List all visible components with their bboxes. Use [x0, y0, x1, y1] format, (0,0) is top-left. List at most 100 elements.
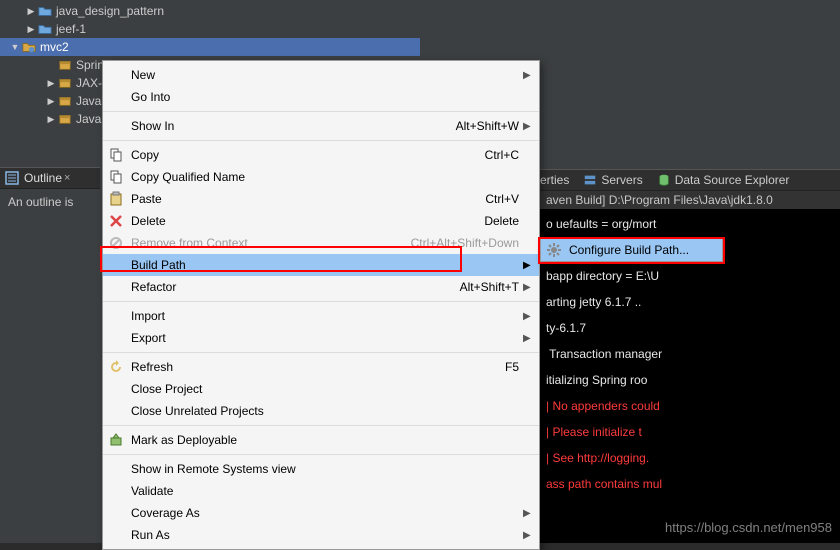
- menu-item-delete[interactable]: DeleteDelete: [103, 210, 539, 232]
- blank-icon: [107, 505, 125, 521]
- console-line: ass path contains mul: [546, 471, 834, 497]
- twisty-icon[interactable]: ▶: [46, 78, 56, 89]
- menu-item-accelerator: Ctrl+C: [485, 148, 519, 162]
- menu-item-build-path[interactable]: Build Path▶: [103, 254, 539, 276]
- menu-item-refresh[interactable]: RefreshF5: [103, 356, 539, 378]
- twisty-icon[interactable]: ▶: [46, 96, 56, 107]
- project-icon: [22, 40, 36, 54]
- console-status: aven Build] D:\Program Files\Java\jdk1.8…: [540, 191, 840, 209]
- paste-icon: [107, 191, 125, 207]
- submenu-arrow-icon: ▶: [523, 121, 533, 132]
- blank-icon: [107, 67, 125, 83]
- menu-item-label: Paste: [131, 192, 485, 206]
- console-line: arting jetty 6.1.7 ..: [546, 289, 834, 315]
- folder-icon: [38, 22, 52, 36]
- submenu-arrow-icon: ▶: [523, 70, 533, 81]
- menu-item-label: Run As: [131, 528, 523, 542]
- menu-item-label: Import: [131, 309, 523, 323]
- submenu-arrow-icon: ▶: [523, 508, 533, 519]
- menu-item-label: Export: [131, 331, 523, 345]
- tree-item[interactable]: ▶java_design_pattern: [0, 2, 420, 20]
- view-tab[interactable]: Data Source Explorer: [657, 173, 790, 187]
- console-line: Transaction manager: [546, 341, 834, 367]
- menu-item-accelerator: Ctrl+Alt+Shift+Down: [411, 236, 519, 250]
- pkg-icon: [58, 94, 72, 108]
- servers-icon: [583, 173, 597, 187]
- blank-icon: [107, 308, 125, 324]
- pkg-icon: [58, 112, 72, 126]
- console-line: ty-6.1.7: [546, 315, 834, 341]
- submenu-arrow-icon: ▶: [523, 333, 533, 344]
- view-tab[interactable]: erties: [540, 173, 569, 187]
- menu-item-copy-qualified-name[interactable]: Copy Qualified Name: [103, 166, 539, 188]
- outline-tab[interactable]: Outline ×: [0, 167, 100, 189]
- tree-item[interactable]: ▼mvc2: [0, 38, 420, 56]
- console-line: | Please initialize t: [546, 419, 834, 445]
- context-menu: New▶Go IntoShow InAlt+Shift+W▶CopyCtrl+C…: [102, 60, 540, 550]
- menu-item-accelerator: Alt+Shift+W: [456, 119, 519, 133]
- copy-icon: [107, 169, 125, 185]
- blank-icon: [107, 257, 125, 273]
- menu-item-paste[interactable]: PasteCtrl+V: [103, 188, 539, 210]
- submenu-arrow-icon: ▶: [523, 530, 533, 541]
- menu-item-import[interactable]: Import▶: [103, 305, 539, 327]
- copy-icon: [107, 147, 125, 163]
- menu-item-validate[interactable]: Validate: [103, 480, 539, 502]
- menu-item-label: Build Path: [131, 258, 523, 272]
- blank-icon: [107, 381, 125, 397]
- menu-item-label: Show in Remote Systems view: [131, 462, 523, 476]
- watermark: https://blog.csdn.net/men958: [665, 520, 832, 535]
- menu-item-refactor[interactable]: RefactorAlt+Shift+T▶: [103, 276, 539, 298]
- menu-item-mark-as-deployable[interactable]: Mark as Deployable: [103, 429, 539, 451]
- menu-item-coverage-as[interactable]: Coverage As▶: [103, 502, 539, 524]
- menu-item-label: Close Project: [131, 382, 523, 396]
- twisty-icon[interactable]: ▶: [26, 6, 36, 17]
- tree-item-label: JAX-: [76, 76, 102, 90]
- console-line: | No appenders could: [546, 393, 834, 419]
- menu-item-label: Refactor: [131, 280, 460, 294]
- folder-icon: [38, 4, 52, 18]
- twisty-icon[interactable]: ▼: [10, 42, 20, 52]
- close-icon[interactable]: ×: [64, 172, 70, 184]
- submenu-item-configure-build-path[interactable]: Configure Build Path...: [541, 238, 722, 261]
- console-line: bapp directory = E:\U: [546, 263, 834, 289]
- twisty-icon[interactable]: ▶: [46, 114, 56, 125]
- menu-item-remove-from-context: Remove from ContextCtrl+Alt+Shift+Down: [103, 232, 539, 254]
- menu-item-label: Go Into: [131, 90, 523, 104]
- menu-item-accelerator: Ctrl+V: [485, 192, 519, 206]
- view-tab[interactable]: Servers: [583, 173, 642, 187]
- console-line: itializing Spring roo: [546, 367, 834, 393]
- view-tab-label: Data Source Explorer: [675, 173, 790, 187]
- delete-icon: [107, 213, 125, 229]
- blank-icon: [107, 118, 125, 134]
- menu-item-export[interactable]: Export▶: [103, 327, 539, 349]
- submenu-arrow-icon: ▶: [523, 311, 533, 322]
- outline-body-text: An outline is: [0, 189, 100, 215]
- submenu-arrow-icon: ▶: [523, 260, 533, 271]
- pkg-icon: [58, 58, 72, 72]
- menu-item-show-in-remote-systems-view[interactable]: Show in Remote Systems view: [103, 458, 539, 480]
- tree-item-label: Java: [76, 112, 101, 126]
- menu-item-show-in[interactable]: Show InAlt+Shift+W▶: [103, 115, 539, 137]
- tree-item-label: Java: [76, 94, 101, 108]
- menu-item-label: Delete: [131, 214, 484, 228]
- menu-item-accelerator: Alt+Shift+T: [460, 280, 519, 294]
- view-tab-label: Servers: [601, 173, 642, 187]
- menu-item-label: Copy Qualified Name: [131, 170, 523, 184]
- menu-item-close-unrelated-projects[interactable]: Close Unrelated Projects: [103, 400, 539, 422]
- menu-item-label: Mark as Deployable: [131, 433, 523, 447]
- console-line: o uefaults = org/mort: [546, 211, 834, 237]
- menu-item-new[interactable]: New▶: [103, 64, 539, 86]
- pkg-icon: [58, 76, 72, 90]
- menu-item-go-into[interactable]: Go Into: [103, 86, 539, 108]
- tree-item[interactable]: ▶ jeef-1: [0, 20, 420, 38]
- menu-item-close-project[interactable]: Close Project: [103, 378, 539, 400]
- blank-icon: [107, 527, 125, 543]
- blank-icon: [107, 461, 125, 477]
- blank-icon: [107, 483, 125, 499]
- twisty-icon[interactable]: ▶: [26, 24, 36, 35]
- menu-item-copy[interactable]: CopyCtrl+C: [103, 144, 539, 166]
- refresh-icon: [107, 359, 125, 375]
- console-line: | See http://logging.: [546, 445, 834, 471]
- tree-item-label: jeef-1: [56, 22, 86, 36]
